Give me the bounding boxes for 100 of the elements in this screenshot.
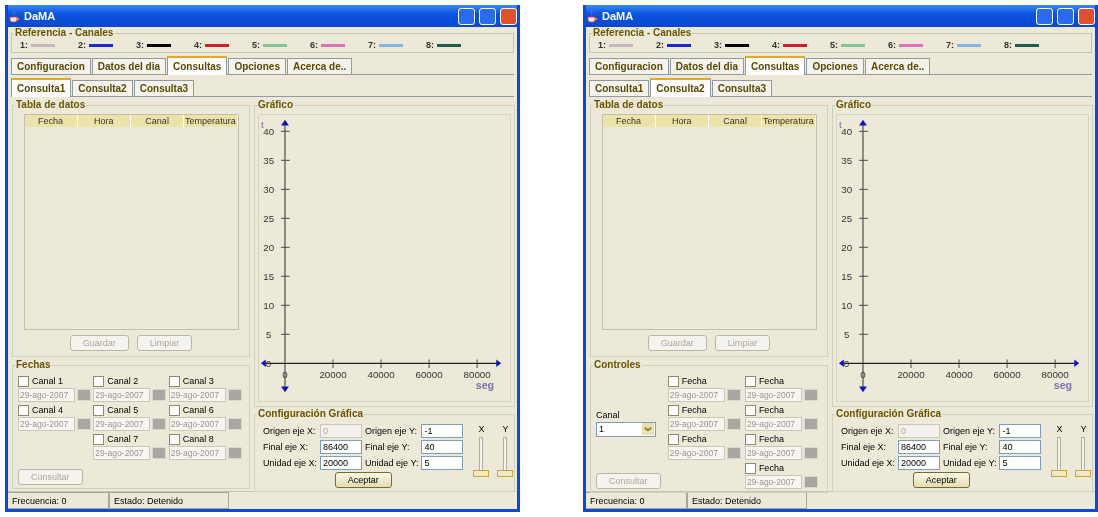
calendar-button[interactable] (227, 389, 242, 401)
checkbox[interactable] (168, 433, 180, 445)
checkbox[interactable] (168, 375, 180, 387)
calendar-button[interactable] (803, 389, 818, 401)
calendar-button[interactable] (726, 389, 741, 401)
column-header[interactable]: Fecha (602, 115, 656, 127)
maximize-button[interactable] (1057, 7, 1074, 25)
text-field[interactable]: 20000 (320, 456, 363, 470)
calendar-button[interactable] (152, 447, 167, 459)
column-header[interactable]: Temperatura (184, 115, 238, 127)
checkbox[interactable] (93, 404, 105, 416)
slider-thumb[interactable] (473, 470, 490, 477)
status-text: Estado: Detenido (109, 492, 229, 509)
checkbox[interactable] (744, 462, 756, 474)
tab[interactable]: Configuracion (11, 58, 91, 74)
tab[interactable]: Consultas (745, 56, 806, 75)
tab[interactable]: Consulta1 (589, 80, 650, 96)
checkbox-label: Canal 2 (107, 376, 139, 386)
slider-label: X (478, 424, 485, 434)
tab[interactable]: Acerca de.. (286, 58, 353, 74)
column-header[interactable]: Fecha (24, 115, 78, 127)
checkbox[interactable] (744, 404, 756, 416)
slider-thumb[interactable] (1051, 470, 1068, 477)
text-field[interactable]: -1 (999, 424, 1042, 438)
vertical-slider[interactable] (497, 437, 514, 477)
tab[interactable]: Consulta3 (711, 80, 773, 96)
tab[interactable]: Consultas (167, 56, 228, 75)
checkbox[interactable] (168, 404, 180, 416)
minimize-button[interactable] (458, 7, 475, 25)
minimize-button[interactable] (1036, 7, 1053, 25)
channel-label: 2: (78, 40, 86, 50)
text-field[interactable]: 20000 (898, 456, 941, 470)
group-title: Configuración Gráfica (257, 408, 364, 420)
tick-label: 40000 (945, 369, 973, 381)
accept-button[interactable]: Aceptar (334, 472, 392, 488)
checkbox[interactable] (667, 404, 679, 416)
field-label: Canal (596, 409, 621, 420)
text-field[interactable]: 5 (421, 456, 464, 470)
vertical-slider[interactable] (473, 437, 490, 477)
tick-mark (280, 188, 291, 190)
checkbox[interactable] (93, 433, 105, 445)
tick-mark (280, 217, 291, 219)
column-header[interactable]: Canal (131, 115, 185, 127)
tab[interactable]: Consulta2 (650, 78, 711, 97)
tick-label: 5 (844, 329, 850, 341)
calendar-button[interactable] (227, 418, 242, 430)
channel-label: 8: (1004, 40, 1012, 50)
tab[interactable]: Consulta3 (133, 80, 195, 96)
calendar-button[interactable] (77, 389, 91, 401)
tick-mark (280, 333, 291, 335)
checkbox[interactable] (667, 433, 679, 445)
tick-mark (858, 333, 869, 335)
tab[interactable]: Opciones (806, 58, 864, 74)
tab[interactable]: Consulta1 (11, 78, 72, 97)
status-text: Frecuencia: 0 (586, 492, 687, 509)
column-header[interactable]: Hora (77, 115, 131, 127)
column-header[interactable]: Temperatura (762, 115, 816, 127)
field-label: Origen eje X: (263, 426, 317, 436)
calendar-button[interactable] (726, 447, 741, 459)
column-header[interactable]: Hora (655, 115, 709, 127)
calendar-button[interactable] (152, 389, 167, 401)
calendar-button[interactable] (77, 418, 91, 430)
calendar-button[interactable] (803, 418, 818, 430)
close-button[interactable] (500, 7, 517, 25)
tab[interactable]: Consulta2 (72, 80, 133, 96)
checkbox[interactable] (18, 375, 29, 387)
vertical-slider[interactable] (1075, 437, 1092, 477)
checkbox[interactable] (744, 433, 756, 445)
calendar-button[interactable] (726, 418, 741, 430)
checkbox[interactable] (667, 375, 679, 387)
tab[interactable]: Opciones (228, 58, 286, 74)
calendar-button[interactable] (803, 447, 818, 459)
vertical-slider[interactable] (1051, 437, 1068, 477)
calendar-button[interactable] (803, 476, 818, 488)
calendar-button[interactable] (227, 447, 242, 459)
text-field[interactable]: 86400 (898, 440, 941, 454)
channel-dropdown[interactable]: 1 (596, 421, 656, 437)
tick-label: 35 (841, 155, 853, 167)
tab[interactable]: Datos del dia (669, 58, 745, 74)
field-label: Origen eje Y: (943, 426, 996, 436)
column-header[interactable]: Canal (709, 115, 763, 127)
tab[interactable]: Datos del dia (91, 58, 167, 74)
channel-label: 2: (656, 40, 664, 50)
close-button[interactable] (1078, 7, 1095, 25)
checkbox[interactable] (93, 375, 105, 387)
tab[interactable]: Acerca de.. (864, 58, 931, 74)
text-field[interactable]: 40 (999, 440, 1042, 454)
cup-icon (8, 9, 20, 23)
checkbox[interactable] (744, 375, 756, 387)
calendar-button[interactable] (152, 418, 167, 430)
text-field[interactable]: 5 (999, 456, 1042, 470)
slider-thumb[interactable] (497, 470, 514, 477)
slider-thumb[interactable] (1075, 470, 1092, 477)
accept-button[interactable]: Aceptar (912, 472, 970, 488)
text-field[interactable]: 40 (421, 440, 464, 454)
text-field[interactable]: -1 (421, 424, 464, 438)
checkbox[interactable] (18, 404, 29, 416)
maximize-button[interactable] (479, 7, 496, 25)
text-field[interactable]: 86400 (320, 440, 363, 454)
tab[interactable]: Configuracion (589, 58, 669, 74)
